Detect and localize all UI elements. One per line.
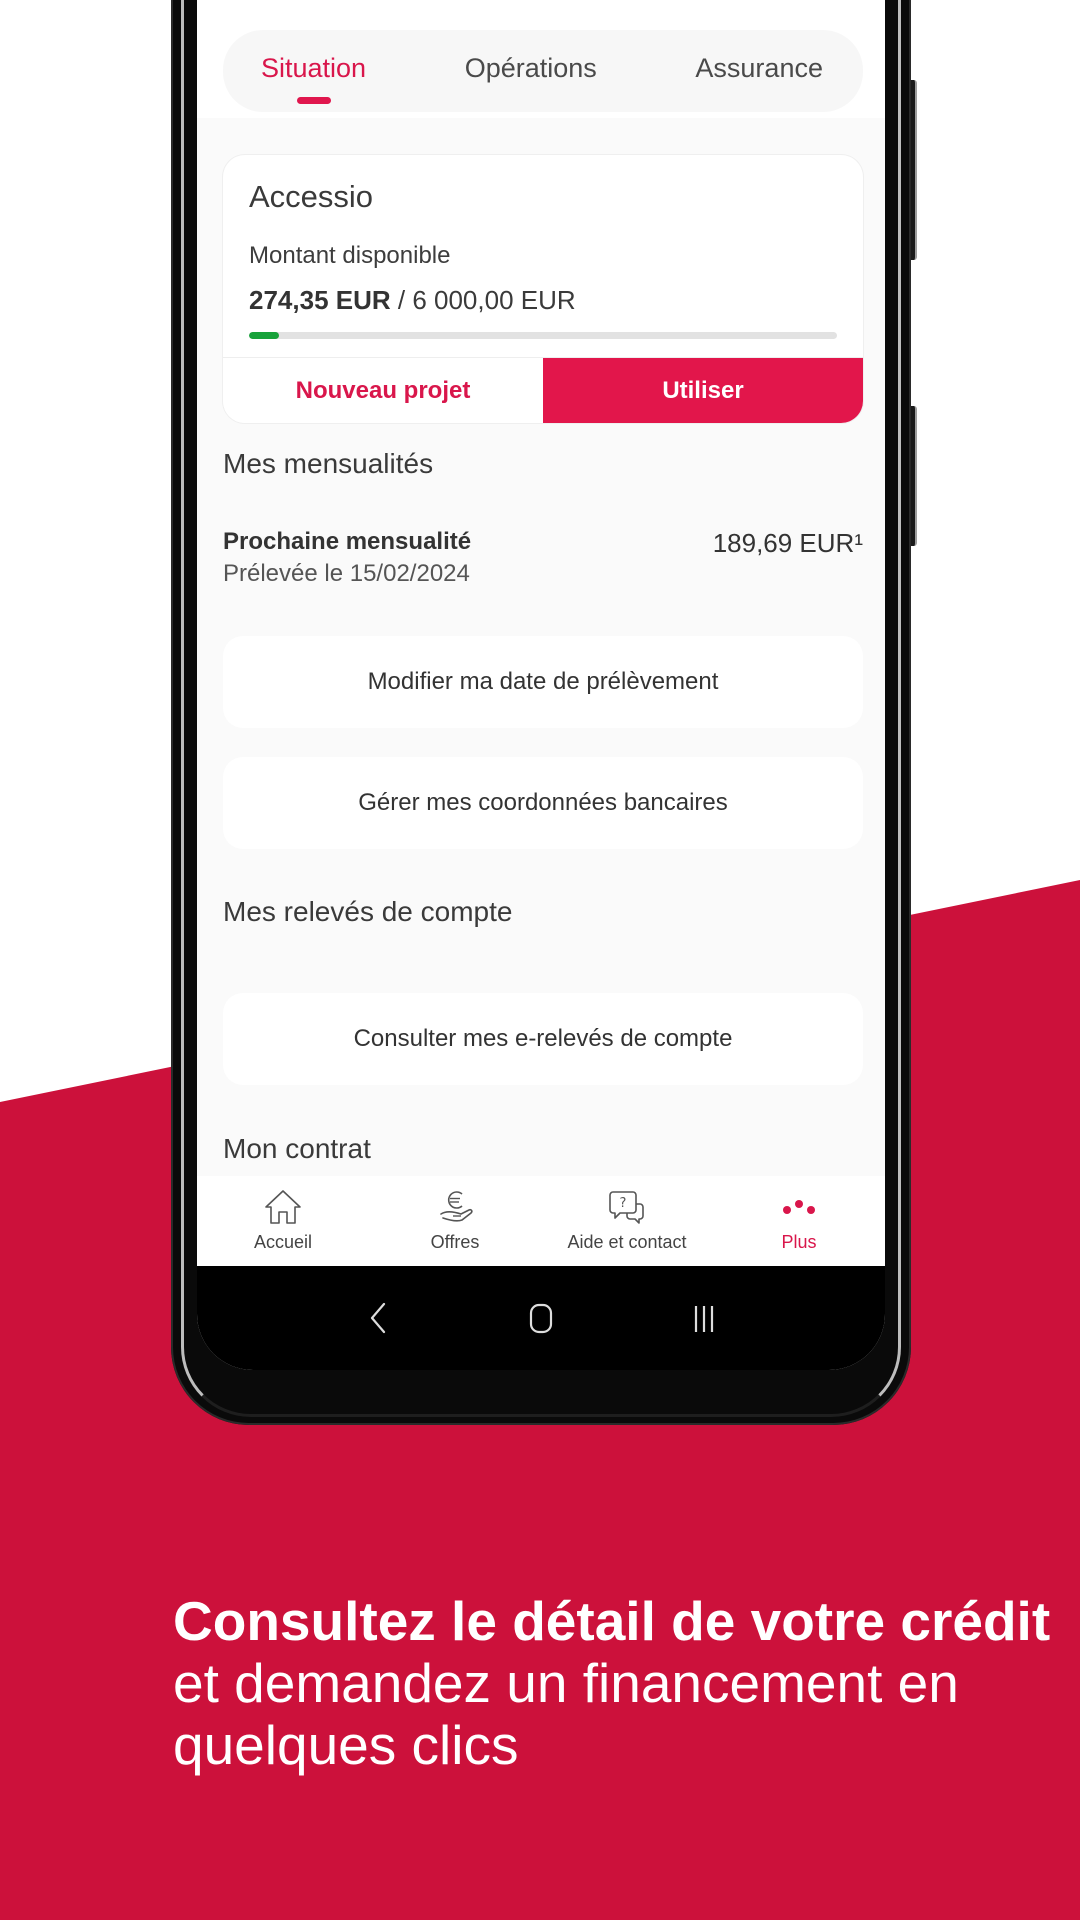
headline-regular: et demandez un financement en quelques c… xyxy=(173,1652,959,1776)
bottom-navigation: Accueil Offres ? Aide et contact Plus xyxy=(197,1176,885,1266)
use-button[interactable]: Utiliser xyxy=(543,358,863,423)
contract-section-title: Mon contrat xyxy=(223,1133,371,1164)
manage-bank-details-button[interactable]: Gérer mes coordonnées bancaires xyxy=(223,757,863,849)
top-bar: Situation Opérations Assurance xyxy=(197,0,885,118)
recents-icon[interactable] xyxy=(684,1298,724,1338)
home-icon xyxy=(265,1190,301,1224)
new-project-button[interactable]: Nouveau projet xyxy=(223,358,543,423)
nav-accueil[interactable]: Accueil xyxy=(197,1176,369,1266)
nav-label: Aide et contact xyxy=(567,1232,687,1252)
tab-bar: Situation Opérations Assurance xyxy=(223,30,863,112)
tab-assurance[interactable]: Assurance xyxy=(695,53,823,90)
more-dots-icon xyxy=(783,1200,815,1214)
nav-offres[interactable]: Offres xyxy=(369,1176,541,1266)
headline-bold: Consultez le détail de votre crédit xyxy=(173,1590,1051,1652)
next-payment-row: Prochaine mensualité Prélevée le 15/02/2… xyxy=(223,528,863,588)
nav-aide-contact[interactable]: ? Aide et contact xyxy=(541,1176,713,1266)
phone-side-button xyxy=(911,406,917,546)
system-navigation-bar xyxy=(197,1266,885,1370)
progress-fill xyxy=(249,332,279,339)
nav-plus[interactable]: Plus xyxy=(713,1176,885,1266)
change-debit-date-button[interactable]: Modifier ma date de prélèvement xyxy=(223,636,863,728)
available-amount: 274,35 EUR xyxy=(249,285,391,315)
statements-section-title: Mes relevés de compte xyxy=(223,896,513,927)
app-screen: Situation Opérations Assurance Accessio … xyxy=(197,0,885,1370)
nav-label: Offres xyxy=(430,1232,480,1252)
nav-label: Accueil xyxy=(253,1232,313,1252)
next-payment-amount: 189,69 EUR¹ xyxy=(712,528,863,558)
phone-frame: Situation Opérations Assurance Accessio … xyxy=(171,0,917,1425)
promo-headline: Consultez le détail de votre crédit et d… xyxy=(173,1590,1053,1776)
total-amount: 6 000,00 EUR xyxy=(412,285,576,315)
amount-separator: / xyxy=(390,285,413,315)
credit-card: Accessio Montant disponible 274,35 EUR /… xyxy=(223,155,863,423)
nav-label: Plus xyxy=(781,1232,817,1252)
view-e-statements-button[interactable]: Consulter mes e-relevés de compte xyxy=(223,993,863,1085)
available-progress-bar xyxy=(249,332,837,339)
home-circle-icon[interactable] xyxy=(521,1298,561,1338)
available-label: Montant disponible xyxy=(249,242,451,269)
card-actions: Nouveau projet Utiliser xyxy=(223,357,863,423)
next-payment-date: Prélevée le 15/02/2024 xyxy=(223,560,470,587)
available-amount-line: 274,35 EUR / 6 000,00 EUR xyxy=(249,285,576,316)
credit-title: Accessio xyxy=(249,179,374,214)
tab-operations[interactable]: Opérations xyxy=(465,53,597,90)
euro-hand-icon xyxy=(440,1191,473,1222)
back-icon[interactable] xyxy=(358,1298,398,1338)
tab-situation[interactable]: Situation xyxy=(261,53,366,90)
monthly-section-title: Mes mensualités xyxy=(223,448,434,479)
svg-text:?: ? xyxy=(620,1196,627,1211)
help-chat-icon: ? xyxy=(609,1191,644,1224)
phone-side-button xyxy=(911,80,917,260)
